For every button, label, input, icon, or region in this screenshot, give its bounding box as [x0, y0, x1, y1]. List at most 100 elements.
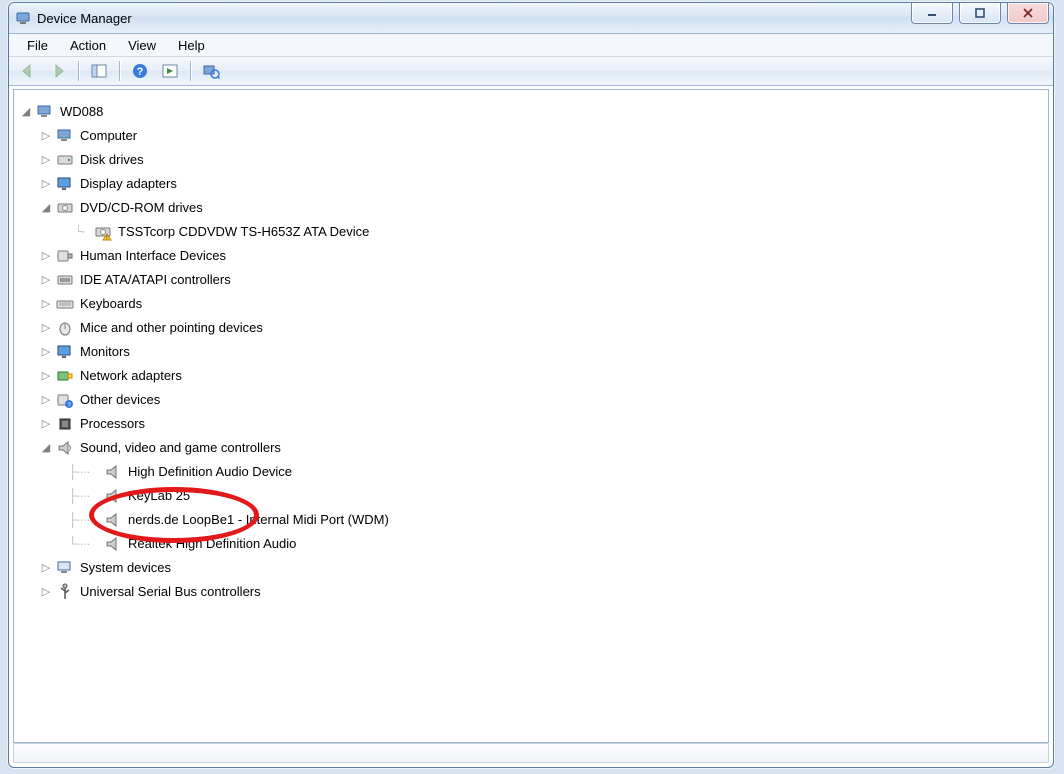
tree-item-mice[interactable]: ▷ Mice and other pointing devices — [20, 316, 1040, 340]
expand-icon[interactable]: ▷ — [40, 388, 52, 412]
toolbar-separator — [78, 61, 79, 81]
tree-label: Mice and other pointing devices — [78, 316, 265, 340]
tree-label: nerds.de LoopBe1 - Internal Midi Port (W… — [126, 508, 391, 532]
help-button[interactable]: ? — [127, 59, 153, 83]
speaker-icon — [104, 511, 122, 529]
expand-icon[interactable]: ▷ — [40, 316, 52, 340]
speaker-icon — [56, 439, 74, 457]
tree-item-system[interactable]: ▷ System devices — [20, 556, 1040, 580]
tree-label: Realtek High Definition Audio — [126, 532, 298, 556]
speaker-icon — [104, 487, 122, 505]
tree-label: TSSTcorp CDDVDW TS-H653Z ATA Device — [116, 220, 371, 244]
expand-icon[interactable]: ▷ — [40, 580, 52, 604]
action-menu-button[interactable] — [157, 59, 183, 83]
tree-label: IDE ATA/ATAPI controllers — [78, 268, 233, 292]
scan-hardware-button[interactable] — [198, 59, 224, 83]
menu-view[interactable]: View — [118, 36, 166, 55]
show-hide-tree-button[interactable] — [86, 59, 112, 83]
minimize-button[interactable] — [911, 3, 953, 24]
window-title: Device Manager — [37, 11, 132, 26]
menubar: File Action View Help — [9, 34, 1053, 57]
tree-item-keyboards[interactable]: ▷ Keyboards — [20, 292, 1040, 316]
tree-item-keylab[interactable]: ├···· KeyLab 25 — [20, 484, 1040, 508]
expand-icon[interactable]: ▷ — [40, 412, 52, 436]
tree-connector: ├···· — [68, 508, 102, 532]
tree-label: Keyboards — [78, 292, 144, 316]
menu-action[interactable]: Action — [60, 36, 116, 55]
tree-item-hd-audio[interactable]: ├···· High Definition Audio Device — [20, 460, 1040, 484]
speaker-icon — [104, 535, 122, 553]
tree-item-hid[interactable]: ▷ Human Interface Devices — [20, 244, 1040, 268]
expand-icon[interactable]: ▷ — [40, 556, 52, 580]
system-device-icon — [56, 559, 74, 577]
expand-icon[interactable]: ▷ — [40, 244, 52, 268]
expand-icon[interactable]: ▷ — [40, 124, 52, 148]
disk-drive-icon — [56, 151, 74, 169]
tree-connector: └···· — [68, 532, 102, 556]
device-manager-icon — [15, 10, 31, 26]
tree-root[interactable]: ◢ WD088 — [20, 100, 1040, 124]
dvd-drive-icon — [56, 199, 74, 217]
expand-icon[interactable]: ▷ — [40, 172, 52, 196]
tree-item-other[interactable]: ▷ ? Other devices — [20, 388, 1040, 412]
tree-item-sound[interactable]: ◢ Sound, video and game controllers — [20, 436, 1040, 460]
tree-item-dvd-device[interactable]: └·· ! TSSTcorp CDDVDW TS-H653Z ATA Devic… — [20, 220, 1040, 244]
forward-button — [45, 59, 71, 83]
processor-icon — [56, 415, 74, 433]
hid-icon — [56, 247, 74, 265]
computer-root-icon — [36, 103, 54, 121]
tree-item-display-adapters[interactable]: ▷ Display adapters — [20, 172, 1040, 196]
tree-label: System devices — [78, 556, 173, 580]
other-devices-icon: ? — [56, 391, 74, 409]
tree-item-ide[interactable]: ▷ IDE ATA/ATAPI controllers — [20, 268, 1040, 292]
desktop: Device Manager File Action View Help ? — [0, 0, 1064, 774]
ide-controller-icon — [56, 271, 74, 289]
tree-item-usb[interactable]: ▷ Universal Serial Bus controllers — [20, 580, 1040, 604]
tree-label: WD088 — [58, 100, 105, 124]
menu-file[interactable]: File — [17, 36, 58, 55]
tree-label: Universal Serial Bus controllers — [78, 580, 263, 604]
tree-item-disk-drives[interactable]: ▷ Disk drives — [20, 148, 1040, 172]
titlebar[interactable]: Device Manager — [9, 3, 1053, 34]
tree-label: Display adapters — [78, 172, 179, 196]
toolbar-separator — [190, 61, 191, 81]
monitor-icon — [56, 343, 74, 361]
tree-item-realtek[interactable]: └···· Realtek High Definition Audio — [20, 532, 1040, 556]
display-adapter-icon — [56, 175, 74, 193]
tree-item-dvd-drives[interactable]: ◢ DVD/CD-ROM drives — [20, 196, 1040, 220]
window-controls — [911, 3, 1049, 24]
tree-item-loopbe[interactable]: ├···· nerds.de LoopBe1 - Internal Midi P… — [20, 508, 1040, 532]
expand-icon[interactable]: ▷ — [40, 292, 52, 316]
menu-help[interactable]: Help — [168, 36, 215, 55]
dvd-device-warning-icon: ! — [94, 223, 112, 241]
back-button — [15, 59, 41, 83]
keyboard-icon — [56, 295, 74, 313]
device-tree: ◢ WD088 ▷ Computer ▷ Disk drives ▷ — [14, 90, 1048, 614]
expand-icon[interactable]: ▷ — [40, 340, 52, 364]
usb-icon — [56, 583, 74, 601]
tree-item-processors[interactable]: ▷ Processors — [20, 412, 1040, 436]
toolbar: ? — [9, 57, 1053, 86]
tree-label: DVD/CD-ROM drives — [78, 196, 205, 220]
collapse-icon[interactable]: ◢ — [40, 196, 52, 220]
maximize-button[interactable] — [959, 3, 1001, 24]
svg-text:?: ? — [137, 66, 144, 78]
tree-item-monitors[interactable]: ▷ Monitors — [20, 340, 1040, 364]
tree-item-computer[interactable]: ▷ Computer — [20, 124, 1040, 148]
tree-label: Monitors — [78, 340, 132, 364]
collapse-icon[interactable]: ◢ — [20, 100, 32, 124]
tree-panel[interactable]: ◢ WD088 ▷ Computer ▷ Disk drives ▷ — [13, 89, 1049, 743]
tree-label: Other devices — [78, 388, 162, 412]
tree-label: Disk drives — [78, 148, 146, 172]
tree-label: KeyLab 25 — [126, 484, 192, 508]
tree-item-network[interactable]: ▷ Network adapters — [20, 364, 1040, 388]
expand-icon[interactable]: ▷ — [40, 268, 52, 292]
tree-label: High Definition Audio Device — [126, 460, 294, 484]
tree-connector: └·· — [68, 220, 90, 244]
close-button[interactable] — [1007, 3, 1049, 24]
expand-icon[interactable]: ▷ — [40, 364, 52, 388]
status-bar — [13, 743, 1049, 763]
tree-label: Network adapters — [78, 364, 184, 388]
expand-icon[interactable]: ▷ — [40, 148, 52, 172]
collapse-icon[interactable]: ◢ — [40, 436, 52, 460]
